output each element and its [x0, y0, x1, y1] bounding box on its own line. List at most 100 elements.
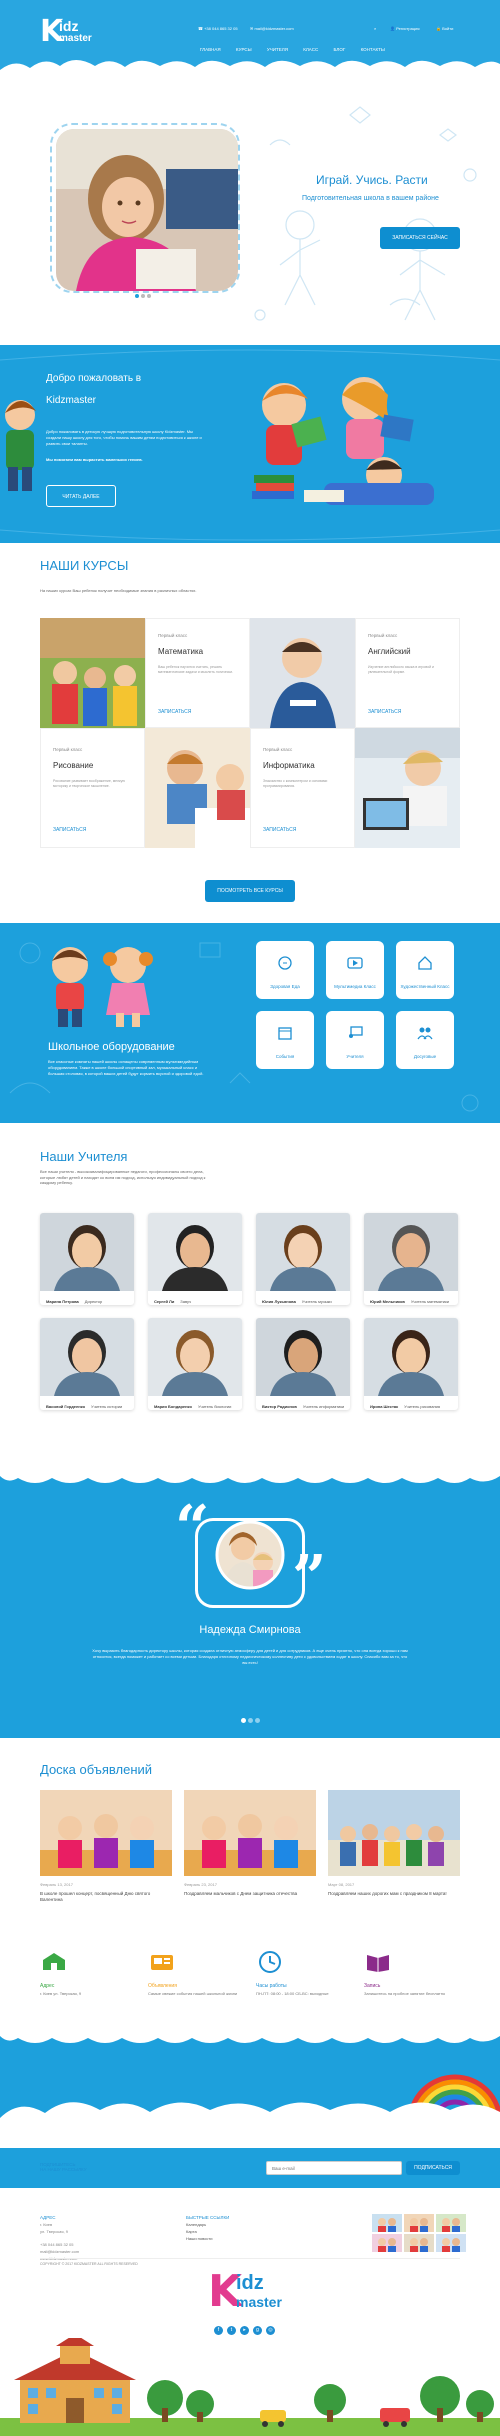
youtube-icon[interactable]: ▸ [240, 2326, 249, 2335]
course-grade: Первый класс [263, 747, 293, 752]
user-icon: 👤 [390, 26, 395, 31]
subscribe-button[interactable]: ПОДПИСАТЬСЯ [406, 2161, 460, 2175]
course-enroll-link[interactable]: ЗАПИСАТЬСЯ [53, 827, 86, 833]
nav-blog[interactable]: БЛОГ [333, 47, 345, 52]
instagram-icon[interactable]: ◎ [266, 2326, 275, 2335]
lock-icon: 🔒 [436, 26, 441, 31]
hero-section: Играй. Учись. Расти Подготовительная шко… [0, 75, 500, 345]
footer-link-calendar[interactable]: Календарь [186, 2221, 229, 2228]
enroll-now-button[interactable]: ЗАПИСАТЬСЯ СЕЙЧАС [380, 227, 460, 249]
email-contact[interactable]: ✉ mail@kidzmaster.com [250, 26, 294, 31]
teacher-photo [364, 1318, 458, 1396]
slider-dot[interactable] [147, 294, 151, 298]
register-link[interactable]: 👤 Регистрация [390, 26, 420, 31]
course-text: Рисование развивает воображение, мелкую … [53, 779, 125, 788]
tile-label: Досуговые [413, 1054, 437, 1059]
footer-line[interactable]: mail@kidzmaster.com [40, 2248, 79, 2255]
news-card[interactable]: Февраль 13, 2017 В школе прошел концерт, … [40, 1790, 172, 1903]
gallery-thumbnail[interactable] [404, 2214, 434, 2232]
tile-leisure[interactable]: Досуговые [396, 1011, 454, 1069]
news-card[interactable]: Март 08, 2017 Поздравляем наших дорогих м… [328, 1790, 460, 1897]
footer-link-news[interactable]: Наши новости [186, 2235, 229, 2242]
hero-doodle-background [254, 106, 477, 321]
info-block: Запись Запишитесь на пробное занятие бесп… [364, 1950, 464, 1997]
slider-dot[interactable] [141, 294, 145, 298]
tile-events[interactable]: События [256, 1011, 314, 1069]
info-title: Запись [364, 1983, 381, 1989]
gallery-thumbnail[interactable] [436, 2214, 466, 2232]
teacher-card[interactable]: Сергей Ли Завуч [148, 1213, 242, 1305]
footer-logo-bottom: master [236, 2294, 282, 2310]
course-card-math[interactable]: Первый класс Математика Ваш ребенок науч… [145, 618, 250, 728]
slider-dot[interactable] [248, 1718, 253, 1723]
teacher-name: Ирина Шестак [370, 1404, 399, 1409]
tile-art-class[interactable]: Художественный Класс [396, 941, 454, 999]
teacher-name: Юрий Мельников [370, 1299, 405, 1304]
course-grade: Первый класс [158, 633, 188, 638]
teacher-role: Завуч [180, 1299, 192, 1304]
people-icon [417, 1027, 433, 1040]
courses-intro: На наших курсах Ваш ребенок получит необ… [40, 588, 197, 593]
course-card-english[interactable]: Первый класс Английский Изучение английс… [355, 618, 460, 728]
nav-home[interactable]: ГЛАВНАЯ [200, 47, 221, 52]
gallery-thumbnail[interactable] [404, 2234, 434, 2252]
nav-courses[interactable]: КУРСЫ [236, 47, 252, 52]
teacher-card[interactable]: Марина Петрова Директор [40, 1213, 134, 1305]
view-all-courses-button[interactable]: ПОСМОТРЕТЬ ВСЕ КУРСЫ [205, 880, 295, 902]
teacher-name: Юлия Лукьянова [262, 1299, 296, 1304]
read-more-button[interactable]: ЧИТАТЬ ДАЛЕЕ [46, 485, 116, 507]
nav-teachers[interactable]: УЧИТЕЛЯ [267, 47, 288, 52]
teachers-intro: Все наши учителя - высококвалифицированн… [40, 1169, 206, 1185]
info-block: Адрес г. Киев ул. Тверская, 9 [40, 1950, 140, 1997]
tile-healthy-food[interactable]: Здоровая Еда [256, 941, 314, 999]
course-enroll-link[interactable]: ЗАПИСАТЬСЯ [158, 709, 191, 715]
tile-multimedia-class[interactable]: Мультимедиа Класс [326, 941, 384, 999]
footer-logo[interactable]: K idz master [208, 2266, 298, 2320]
hero-slider-dots[interactable] [134, 285, 152, 303]
news-text[interactable]: В школе прошел концерт, посвященный Дню … [40, 1891, 172, 1903]
twitter-icon[interactable]: t [227, 2326, 236, 2335]
nav-contacts[interactable]: КОНТАКТЫ [361, 47, 385, 52]
info-title: Адрес [40, 1983, 55, 1989]
login-link[interactable]: 🔒 Войти [436, 26, 453, 31]
tile-label: Художественный Класс [400, 984, 450, 989]
phone-contact[interactable]: ☎ +38 044 865 32 05 [198, 26, 238, 31]
slider-dot[interactable] [255, 1718, 260, 1723]
slider-dot[interactable] [241, 1718, 246, 1723]
footer-address-title: АДРЕС [40, 2215, 56, 2220]
facebook-icon[interactable]: f [214, 2326, 223, 2335]
footer-link-map[interactable]: Карта [186, 2228, 229, 2235]
gallery-thumbnail[interactable] [372, 2234, 402, 2252]
teacher-role: Учитель математики [410, 1299, 449, 1304]
teacher-card[interactable]: Юлия Лукьянова Учитель музыки [256, 1213, 350, 1305]
welcome-text: Добро пожаловать в детскую лучшую подгот… [46, 429, 202, 446]
course-card-informatics[interactable]: Первый класс Информатика Знакомство с ко… [250, 728, 355, 848]
teacher-card[interactable]: Юрий Мельников Учитель математики [364, 1213, 458, 1305]
news-photo [328, 1790, 460, 1876]
nav-class[interactable]: КЛАСС [303, 47, 318, 52]
teacher-card[interactable]: Василий Гордеенко Учитель истории [40, 1318, 134, 1410]
course-enroll-link[interactable]: ЗАПИСАТЬСЯ [368, 709, 401, 715]
teacher-card[interactable]: Ирина Шестак Учитель рисования [364, 1318, 458, 1410]
login-label: Войти [442, 26, 454, 31]
search-icon[interactable]: ⌕ [374, 26, 376, 31]
hero-title: Играй. Учись. Расти [316, 173, 428, 187]
news-text[interactable]: Поздравляем мальчиков с Днем защитника о… [184, 1891, 316, 1897]
subscribe-email-input[interactable] [266, 2161, 402, 2175]
googleplus-icon[interactable]: g [253, 2326, 262, 2335]
footer-line: +38 044 865 32 05 [40, 2242, 74, 2247]
course-card-drawing[interactable]: Первый класс Рисование Рисование развива… [40, 728, 145, 848]
teacher-card[interactable]: Мария Бондаренко Учитель биологии [148, 1318, 242, 1410]
news-text[interactable]: Поздравляем наших дорогих мам с праздник… [328, 1891, 460, 1897]
news-card[interactable]: Февраль 23, 2017 Поздравляем мальчиков с … [184, 1790, 316, 1897]
course-enroll-link[interactable]: ЗАПИСАТЬСЯ [263, 827, 296, 833]
course-name: Рисование [53, 761, 94, 770]
gallery-thumbnail[interactable] [436, 2234, 466, 2252]
gallery-thumbnail[interactable] [372, 2214, 402, 2232]
logo[interactable]: K idz master [40, 14, 100, 50]
teacher-card[interactable]: Виктор Радионов Учитель информатики [256, 1318, 350, 1410]
testimonial-slider-dots[interactable] [240, 1710, 261, 1728]
tile-teachers[interactable]: Учителя [326, 1011, 384, 1069]
subscribe-label: ПОДПИШИТЕСЬ НА НАШУ РАССЫЛКУ [40, 2162, 87, 2172]
slider-dot[interactable] [135, 294, 139, 298]
